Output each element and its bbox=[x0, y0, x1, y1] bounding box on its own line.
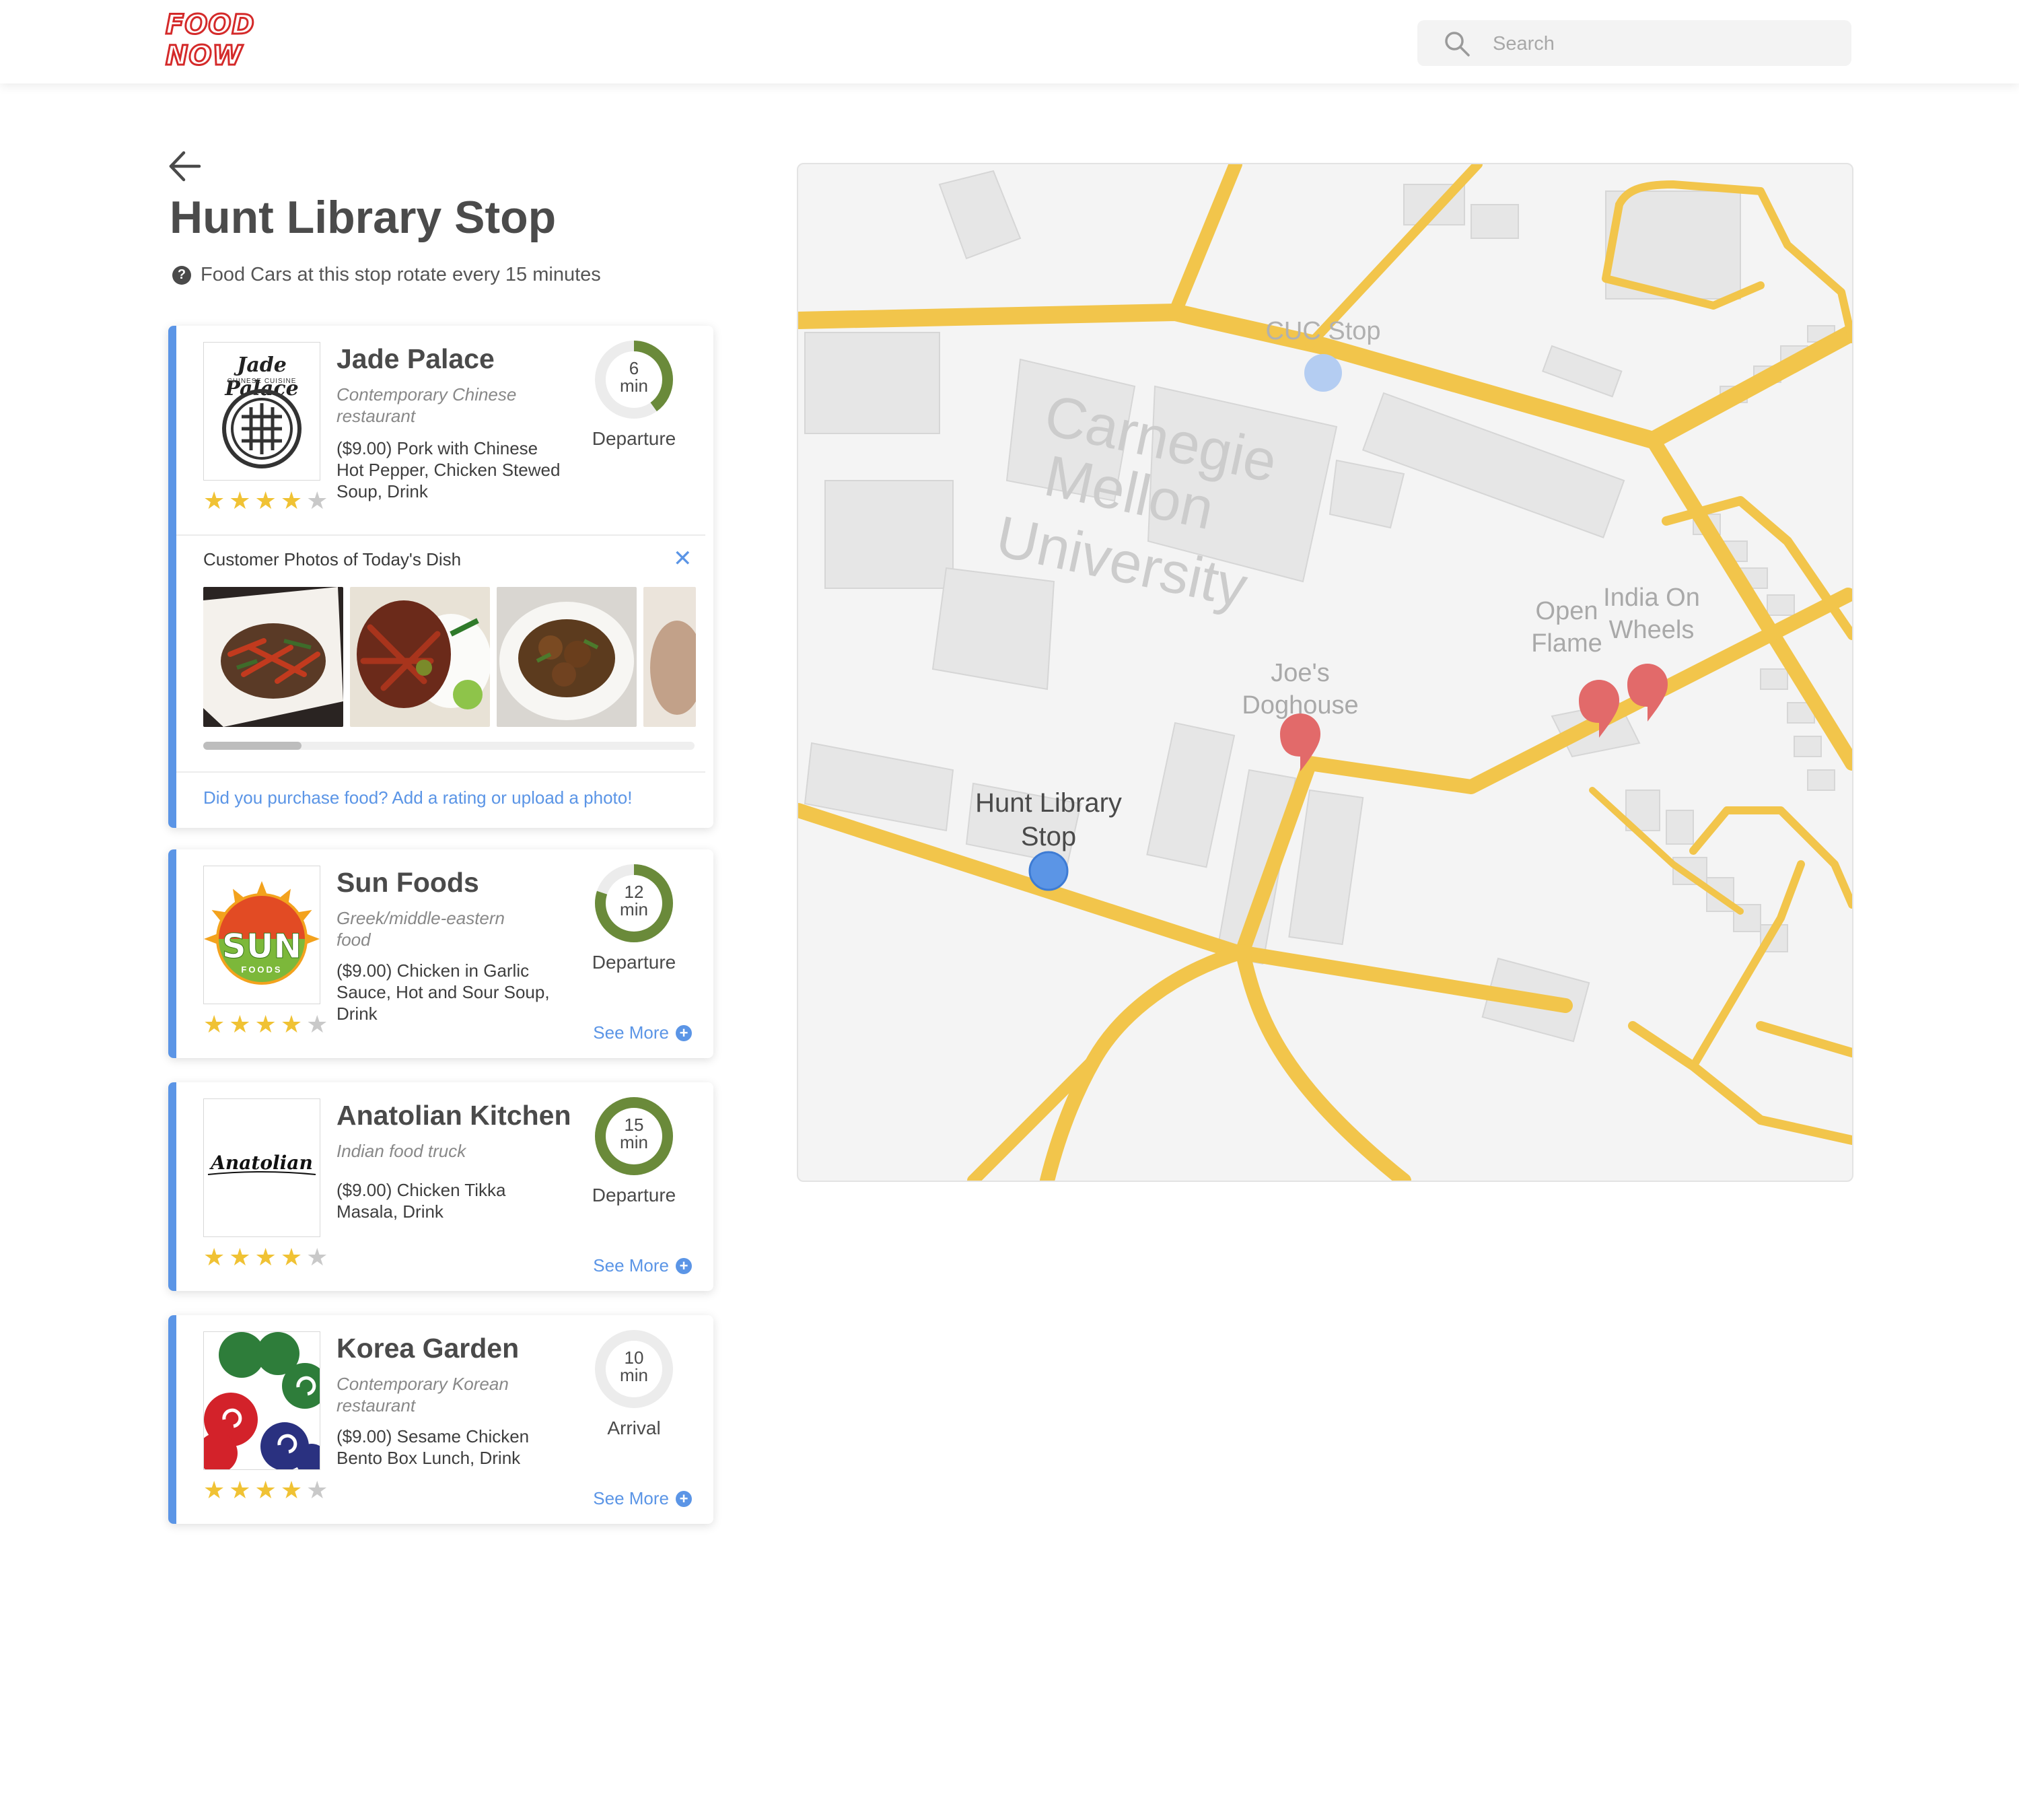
vendor-card-korea-garden[interactable]: ★★★★★ Korea Garden Contemporary Korean r… bbox=[168, 1315, 713, 1524]
top-navigation-bar: FOOD NOW bbox=[0, 0, 2019, 83]
vendor-meal: ($9.00) Pork with Chinese Hot Pepper, Ch… bbox=[336, 438, 561, 501]
back-arrow-icon[interactable] bbox=[167, 149, 203, 183]
open-flame-label-line-1: Open bbox=[1536, 597, 1598, 625]
see-more-label: See More bbox=[593, 1022, 669, 1043]
cuc-stop-label: CUC Stop bbox=[1265, 317, 1380, 345]
jade-palace-emblem-icon bbox=[222, 389, 302, 468]
countdown-value: 10 bbox=[624, 1348, 644, 1368]
vendor-description: Indian food truck bbox=[336, 1141, 466, 1161]
rating-stars: ★★★★★ bbox=[203, 1476, 332, 1504]
rate-upload-link[interactable]: Did you purchase food? Add a rating or u… bbox=[203, 788, 632, 808]
photo-scrollbar-thumb[interactable] bbox=[203, 742, 302, 750]
vendor-description: Greek/middle-eastern food bbox=[336, 908, 505, 950]
see-more-label: See More bbox=[593, 1488, 669, 1508]
hunt-library-stop-marker[interactable] bbox=[1028, 851, 1069, 891]
vendor-meal: ($9.00) Chicken Tikka Masala, Drink bbox=[336, 1180, 506, 1222]
campus-map[interactable]: Carnegie Mellon University CUC Stop Hunt… bbox=[797, 163, 1853, 1182]
photos-title: Customer Photos of Today's Dish bbox=[203, 549, 462, 569]
countdown-value: 15 bbox=[624, 1115, 644, 1135]
countdown-value: 6 bbox=[629, 358, 639, 378]
map-pin-icon[interactable] bbox=[1627, 664, 1668, 722]
rating-stars: ★★★★★ bbox=[203, 1243, 332, 1271]
sun-foods-logo-subtext: FOODS bbox=[241, 965, 283, 975]
customer-photos-section: Customer Photos of Today's Dish ✕ bbox=[176, 534, 705, 781]
see-more-label: See More bbox=[593, 1255, 669, 1275]
countdown-text: 12 min bbox=[594, 883, 674, 918]
anatolian-logo-swash-icon bbox=[207, 1171, 316, 1175]
see-more-button[interactable]: See More + bbox=[593, 1022, 692, 1043]
vendor-name: Anatolian Kitchen bbox=[336, 1100, 571, 1131]
dish-photo[interactable] bbox=[350, 587, 490, 727]
countdown-text: 10 min bbox=[594, 1349, 674, 1384]
map-canvas[interactable]: Carnegie Mellon University CUC Stop Hunt… bbox=[798, 164, 1852, 1181]
countdown-unit: min bbox=[620, 1132, 648, 1152]
vendor-name: Sun Foods bbox=[336, 867, 479, 898]
vendor-name: Korea Garden bbox=[336, 1333, 520, 1364]
search-bar[interactable] bbox=[1417, 20, 1851, 66]
countdown-unit: min bbox=[620, 899, 648, 919]
subtitle-text: Food Cars at this stop rotate every 15 m… bbox=[201, 264, 601, 285]
dish-photo-image bbox=[497, 587, 637, 727]
see-more-button[interactable]: See More + bbox=[593, 1255, 692, 1276]
search-input[interactable] bbox=[1491, 28, 1831, 59]
countdown-unit: min bbox=[620, 376, 648, 396]
dish-photo[interactable] bbox=[643, 587, 696, 727]
logo-line-1: FOOD bbox=[165, 9, 256, 42]
hunt-library-label-line-2: Stop bbox=[1021, 822, 1076, 851]
joes-label-line-2: Doghouse bbox=[1242, 691, 1358, 720]
vendor-logo: SUN FOODS bbox=[203, 866, 320, 1004]
korea-garden-logo-icon bbox=[204, 1332, 320, 1469]
search-icon bbox=[1445, 32, 1470, 57]
rate-upload-section: Did you purchase food? Add a rating or u… bbox=[176, 771, 705, 825]
countdown-text: 15 min bbox=[594, 1116, 674, 1151]
food-now-logo[interactable]: FOOD NOW bbox=[165, 9, 256, 73]
vendor-logo: Jade Palace CHINESE CUISINE bbox=[203, 342, 320, 481]
vendor-meal: ($9.00) Sesame Chicken Bento Box Lunch, … bbox=[336, 1426, 530, 1468]
status-label: Arrival bbox=[607, 1418, 661, 1438]
cuc-stop-marker[interactable] bbox=[1304, 354, 1342, 392]
countdown-value: 12 bbox=[624, 882, 644, 902]
open-flame-label-line-2: Flame bbox=[1531, 629, 1602, 658]
page-subtitle: ? Food Cars at this stop rotate every 15… bbox=[172, 264, 601, 286]
joes-label-line-1: Joe's bbox=[1271, 659, 1330, 687]
vendor-logo: Anatolian bbox=[203, 1098, 320, 1237]
question-icon[interactable]: ? bbox=[172, 265, 191, 285]
close-icon[interactable]: ✕ bbox=[673, 545, 693, 572]
status-label: Departure bbox=[592, 952, 676, 973]
india-on-wheels-label-line-1: India On bbox=[1603, 584, 1700, 612]
vendor-description: Contemporary Chinese restaurant bbox=[336, 384, 517, 426]
vendor-meal: ($9.00) Chicken in Garlic Sauce, Hot and… bbox=[336, 960, 550, 1024]
sun-foods-logo-text: SUN bbox=[221, 927, 302, 967]
dish-photo[interactable] bbox=[497, 587, 637, 727]
plus-circle-icon: + bbox=[676, 1490, 692, 1507]
logo-line-2: NOW bbox=[165, 40, 244, 73]
status-label: Departure bbox=[592, 1185, 676, 1205]
dish-photo-image bbox=[643, 587, 696, 727]
vendor-logo bbox=[203, 1331, 320, 1470]
dish-photo-image bbox=[203, 587, 343, 727]
vendor-card-sun-foods[interactable]: SUN FOODS ★★★★★ Sun Foods Greek/middle-e… bbox=[168, 849, 713, 1058]
dish-photo-image bbox=[350, 587, 490, 727]
vendor-card-anatolian-kitchen[interactable]: Anatolian ★★★★★ Anatolian Kitchen Indian… bbox=[168, 1082, 713, 1291]
countdown-text: 6 min bbox=[594, 359, 674, 394]
countdown-unit: min bbox=[620, 1365, 648, 1385]
hunt-library-label-line-1: Hunt Library bbox=[975, 788, 1122, 818]
see-more-button[interactable]: See More + bbox=[593, 1488, 692, 1509]
plus-circle-icon: + bbox=[676, 1257, 692, 1274]
dish-photo[interactable] bbox=[203, 587, 343, 727]
status-label: Departure bbox=[592, 428, 676, 449]
india-on-wheels-label-line-2: Wheels bbox=[1609, 616, 1695, 644]
vendor-card-jade-palace[interactable]: Jade Palace CHINESE CUISINE ★★★★★ Jade P… bbox=[168, 326, 713, 828]
rating-stars: ★★★★★ bbox=[203, 1010, 332, 1038]
plus-circle-icon: + bbox=[676, 1024, 692, 1041]
page-title: Hunt Library Stop bbox=[170, 192, 557, 243]
vendor-name: Jade Palace bbox=[336, 343, 495, 374]
vendor-description: Contemporary Korean restaurant bbox=[336, 1374, 509, 1415]
rating-stars: ★★★★★ bbox=[203, 487, 332, 514]
